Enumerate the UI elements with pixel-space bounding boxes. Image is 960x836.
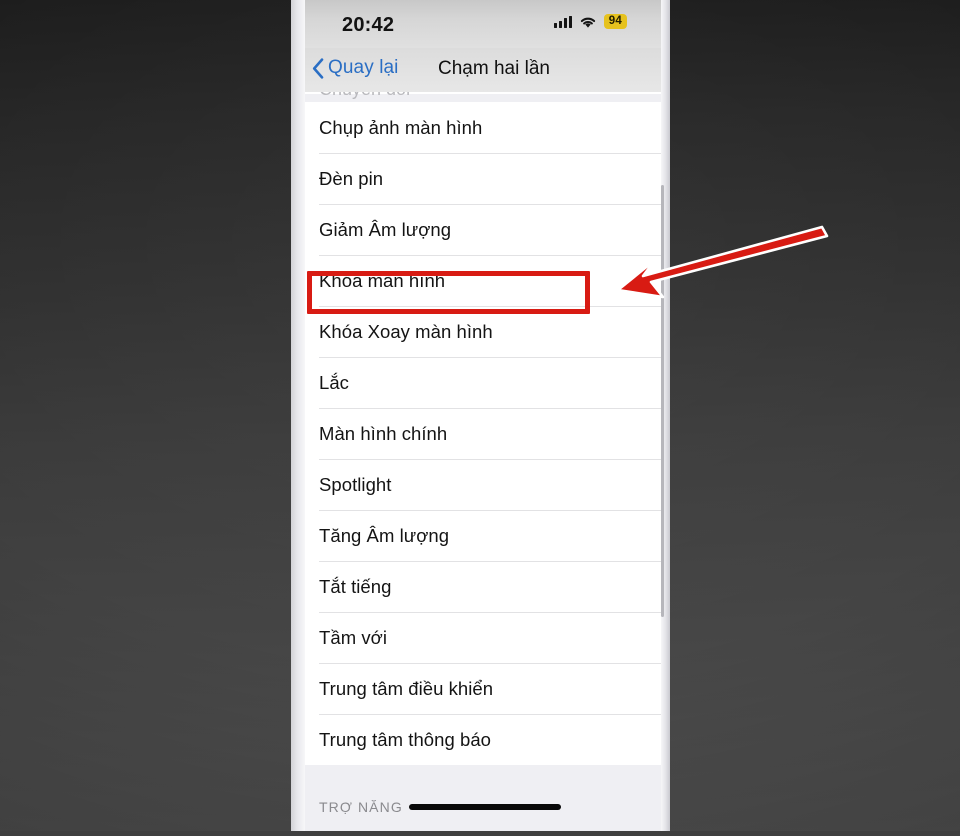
list-item-label: Màn hình chính xyxy=(319,422,448,444)
clipped-row-label: Chuyển đổi xyxy=(319,92,410,100)
list-item-label: Tăng Âm lượng xyxy=(319,524,450,546)
cellular-bars-icon xyxy=(554,15,572,28)
list-footer: TRỢ NĂNG xyxy=(305,787,661,831)
list-item[interactable]: Tăng Âm lượng xyxy=(305,510,661,561)
list-item-label: Trung tâm thông báo xyxy=(319,728,492,750)
list-item[interactable]: Chụp ảnh màn hình xyxy=(305,102,661,153)
list-item-label: Đèn pin xyxy=(319,167,384,189)
settings-list-scrollview[interactable]: Chuyển đổi Chụp ảnh màn hình Đèn pin Giả… xyxy=(305,92,661,787)
list-item-label: Giảm Âm lượng xyxy=(319,218,452,240)
list-item[interactable]: Đèn pin xyxy=(305,153,661,204)
list-item[interactable]: Màn hình chính xyxy=(305,408,661,459)
status-bar: 20:42 94 xyxy=(305,0,661,48)
page-title: Chạm hai lần xyxy=(438,58,550,79)
list-item-label: Khóa màn hình xyxy=(319,269,446,291)
phone-bezel-left xyxy=(291,0,305,831)
status-time: 20:42 xyxy=(342,14,395,36)
list-item-label: Tầm với xyxy=(319,626,387,648)
settings-list-card: Chụp ảnh màn hình Đèn pin Giảm Âm lượng … xyxy=(305,102,661,765)
wifi-icon xyxy=(579,15,597,29)
list-item-label: Tắt tiếng xyxy=(319,575,392,597)
list-item[interactable]: Lắc xyxy=(305,357,661,408)
list-item[interactable]: Giảm Âm lượng xyxy=(305,204,661,255)
list-item-label: Trung tâm điều khiển xyxy=(319,677,494,699)
list-item-label: Spotlight xyxy=(319,473,392,495)
navigation-bar: Quay lại Chạm hai lần xyxy=(305,48,661,92)
bottom-border-strip xyxy=(0,831,960,836)
list-item[interactable]: Trung tâm thông báo xyxy=(305,714,661,765)
list-item[interactable]: Khóa Xoay màn hình xyxy=(305,306,661,357)
battery-percent-badge: 94 xyxy=(603,14,627,29)
background-right-panel xyxy=(670,0,960,836)
list-item-label: Lắc xyxy=(319,371,349,393)
list-item-label: Khóa Xoay màn hình xyxy=(319,320,493,342)
list-item-label: Chụp ảnh màn hình xyxy=(319,116,483,138)
list-item[interactable]: Tắt tiếng xyxy=(305,561,661,612)
list-item[interactable]: Spotlight xyxy=(305,459,661,510)
home-indicator-bar[interactable] xyxy=(409,804,561,810)
status-indicators: 94 xyxy=(554,14,627,29)
vertical-scrollbar[interactable] xyxy=(661,185,664,617)
screenshot-canvas: 20:42 94 Quay lại Chạm hai lần Chụp ảnh … xyxy=(0,0,960,836)
list-item[interactable]: Trung tâm điều khiển xyxy=(305,663,661,714)
phone-screen: 20:42 94 Quay lại Chạm hai lần Chụp ảnh … xyxy=(291,0,670,831)
list-item[interactable]: Tầm với xyxy=(305,612,661,663)
list-item-khoa-man-hinh[interactable]: Khóa màn hình xyxy=(305,255,661,306)
section-footer-label: TRỢ NĂNG xyxy=(319,799,403,815)
